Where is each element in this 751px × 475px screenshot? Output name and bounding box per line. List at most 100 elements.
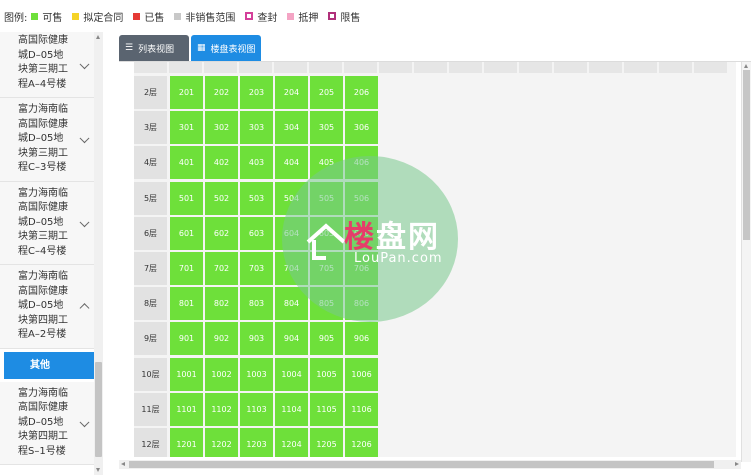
unit-cell[interactable]: 301 (170, 111, 203, 145)
unit-cell[interactable]: 304 (275, 111, 308, 145)
unit-cell[interactable]: 303 (240, 111, 273, 145)
unit-cell[interactable]: 601 (170, 216, 203, 250)
unit-cell[interactable]: 1204 (275, 428, 308, 457)
sidebar-item-label-line: 高国际健康 (18, 202, 68, 213)
tab-floor-plan-view[interactable]: ▦ 楼盘表视图 (191, 35, 261, 61)
sidebar-scrollbar[interactable] (94, 32, 103, 475)
scroll-down-arrow-icon[interactable] (96, 468, 100, 472)
unit-cell[interactable]: 1201 (170, 428, 203, 457)
column-header-stub (659, 62, 692, 73)
unit-cell[interactable]: 1001 (170, 357, 203, 391)
unit-cell[interactable]: 505 (310, 181, 343, 215)
sidebar-item-label-line: 块第三期工 (18, 147, 68, 159)
unit-cell[interactable]: 903 (240, 322, 273, 356)
unit-cell[interactable]: 603 (240, 216, 273, 250)
unit-cell[interactable]: 404 (275, 146, 308, 180)
unit-cell[interactable]: 804 (275, 287, 308, 321)
floor-row: 7层 701 702 703 704 705 706 (134, 252, 380, 285)
legend-swatch (287, 12, 295, 20)
sidebar-building-item[interactable]: 富力海南临 高国际健康 城D–05地 块第四期工 程A–2号楼 (0, 265, 94, 349)
sidebar-item-label-line: 程C–3号楼 (18, 162, 67, 173)
unit-cell[interactable]: 1104 (275, 392, 308, 426)
unit-cell[interactable]: 502 (205, 181, 238, 215)
unit-cell[interactable]: 1105 (310, 392, 343, 426)
unit-cell[interactable]: 506 (345, 181, 378, 215)
unit-cell[interactable]: 905 (310, 322, 343, 356)
unit-cell[interactable]: 406 (345, 146, 378, 180)
unit-cell[interactable]: 701 (170, 252, 203, 285)
scroll-right-arrow-icon[interactable] (735, 462, 739, 466)
unit-cell[interactable]: 805 (310, 287, 343, 321)
unit-cell[interactable]: 202 (205, 76, 238, 109)
unit-cell[interactable]: 501 (170, 181, 203, 215)
floor-label: 8层 (134, 287, 167, 321)
horizontal-scrollbar[interactable] (119, 460, 741, 469)
unit-cell[interactable]: 403 (240, 146, 273, 180)
unit-cell[interactable]: 902 (205, 322, 238, 356)
unit-cell[interactable]: 606 (345, 216, 378, 250)
sidebar-building-item[interactable]: 高国际健康 城D–05地 块第三期工 程A–4号楼 (0, 32, 94, 98)
sidebar-item-label-line: 块第四期工 (18, 314, 68, 326)
unit-cell[interactable]: 703 (240, 252, 273, 285)
unit-cell[interactable]: 206 (345, 76, 378, 109)
floor-label: 12层 (134, 428, 167, 457)
tab-list-view[interactable]: ☰ 列表视图 (119, 35, 189, 61)
unit-cell[interactable]: 602 (205, 216, 238, 250)
unit-cell[interactable]: 205 (310, 76, 343, 109)
unit-cell[interactable]: 806 (345, 287, 378, 321)
unit-cell[interactable]: 1103 (240, 392, 273, 426)
unit-cell[interactable]: 1205 (310, 428, 343, 457)
sidebar-building-item[interactable]: 富力海南临 高国际健康 城D–05地 块第四期工 程S–1号楼 (0, 381, 94, 465)
unit-cell[interactable]: 904 (275, 322, 308, 356)
sidebar-item-label-line: 富力海南临 (18, 104, 68, 115)
unit-cell[interactable]: 801 (170, 287, 203, 321)
horizontal-scroll-thumb[interactable] (129, 461, 714, 468)
unit-cell[interactable]: 203 (240, 76, 273, 109)
vertical-scrollbar[interactable] (741, 62, 751, 462)
unit-cell[interactable]: 1006 (345, 357, 378, 391)
unit-cell[interactable]: 305 (310, 111, 343, 145)
sidebar-building-item[interactable]: 富力海南临 高国际健康 城D–05地 块第三期工 程C–3号楼 (0, 98, 94, 182)
sidebar-item-label-line: 程A–4号楼 (18, 78, 67, 90)
scroll-up-arrow-icon[interactable] (96, 35, 100, 39)
unit-cell[interactable]: 306 (345, 111, 378, 145)
unit-cell[interactable]: 1206 (345, 428, 378, 457)
sidebar-building-item[interactable]: 富力海南临 高国际健康 城D–05地 块第三期工 程C–4号楼 (0, 181, 94, 265)
unit-cell[interactable]: 1102 (205, 392, 238, 426)
sidebar-item-other[interactable]: 其他 (4, 351, 94, 379)
unit-cell[interactable]: 302 (205, 111, 238, 145)
scroll-up-arrow-icon[interactable] (744, 64, 748, 68)
legend-label: 抵押 (298, 12, 319, 24)
unit-cell[interactable]: 204 (275, 76, 308, 109)
unit-cell[interactable]: 604 (275, 216, 308, 250)
sidebar-scroll-thumb[interactable] (95, 362, 102, 457)
unit-cell[interactable]: 1101 (170, 392, 203, 426)
vertical-scroll-thumb[interactable] (743, 70, 750, 240)
unit-cell[interactable]: 704 (275, 252, 308, 285)
unit-cell[interactable]: 1002 (205, 357, 238, 391)
scroll-left-arrow-icon[interactable] (121, 462, 125, 466)
unit-cell[interactable]: 504 (275, 181, 308, 215)
unit-cell[interactable]: 1005 (310, 357, 343, 391)
unit-cell[interactable]: 705 (310, 252, 343, 285)
unit-cell[interactable]: 1202 (205, 428, 238, 457)
unit-cell[interactable]: 405 (310, 146, 343, 180)
unit-cell[interactable]: 803 (240, 287, 273, 321)
unit-cell[interactable]: 201 (170, 76, 203, 109)
unit-cell[interactable]: 605 (310, 216, 343, 250)
unit-cell[interactable]: 802 (205, 287, 238, 321)
unit-cell[interactable]: 702 (205, 252, 238, 285)
unit-cell[interactable]: 401 (170, 146, 203, 180)
unit-cell[interactable]: 503 (240, 181, 273, 215)
column-header-stub (309, 62, 342, 73)
unit-cell[interactable]: 1106 (345, 392, 378, 426)
unit-cell[interactable]: 901 (170, 322, 203, 356)
unit-cell[interactable]: 906 (345, 322, 378, 356)
unit-cell[interactable]: 706 (345, 252, 378, 285)
unit-cell[interactable]: 1003 (240, 357, 273, 391)
unit-cell[interactable]: 1004 (275, 357, 308, 391)
unit-cell[interactable]: 1203 (240, 428, 273, 457)
unit-cell[interactable]: 402 (205, 146, 238, 180)
legend-item: 限售 (328, 9, 360, 24)
floor-label: 11层 (134, 392, 167, 426)
